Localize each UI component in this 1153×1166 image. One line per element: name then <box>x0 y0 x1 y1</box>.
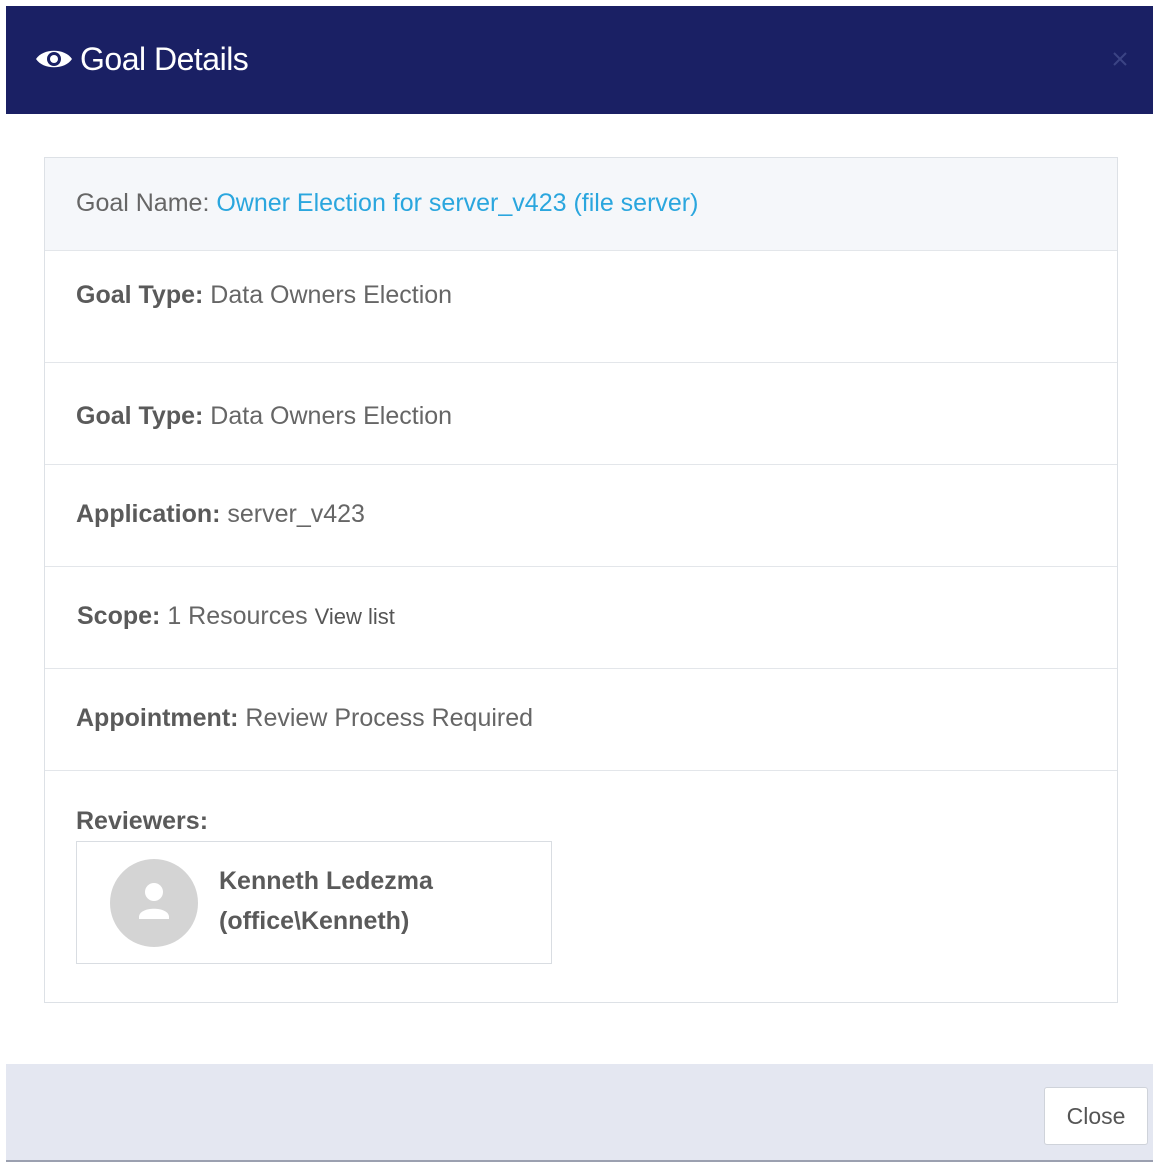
goal-type-label: Goal Type: <box>76 281 204 309</box>
reviewers-label: Reviewers: <box>76 807 209 835</box>
view-list-link[interactable]: View list <box>315 604 395 629</box>
application-label: Application: <box>76 500 221 528</box>
goal-name-row: Goal Name: Owner Election for server_v42… <box>45 158 1117 251</box>
modal-title: Goal Details <box>34 40 249 78</box>
appointment-row: Appointment: Review Process Required <box>45 669 1117 771</box>
close-x-icon[interactable] <box>1111 50 1129 68</box>
modal-header: Goal Details <box>6 6 1153 114</box>
goal-details-panel: Goal Name: Owner Election for server_v42… <box>44 157 1118 1003</box>
goal-name-label: Goal Name: <box>76 189 210 217</box>
scope-value: 1 Resources <box>167 602 308 630</box>
goal-type-row: Goal Type: Data Owners Election <box>45 251 1117 363</box>
goal-details-modal: Goal Details Goal Name: Owner Election f… <box>0 0 1153 1166</box>
reviewers-row: Reviewers: Kenneth Ledezma (office\Kenne… <box>45 771 1117 1002</box>
appointment-value: Review Process Required <box>245 704 534 732</box>
close-button[interactable]: Close <box>1044 1087 1148 1145</box>
application-row: Application: server_v423 <box>45 465 1117 567</box>
reviewer-name: Kenneth Ledezma (office\Kenneth) <box>219 861 433 941</box>
reviewer-display-name: Kenneth Ledezma <box>219 867 433 895</box>
goal-name-link[interactable]: Owner Election for server_v423 (file ser… <box>216 189 698 217</box>
modal-footer: Close <box>6 1064 1153 1162</box>
reviewer-account: (office\Kenneth) <box>219 907 410 935</box>
appointment-label: Appointment: <box>76 704 239 732</box>
goal-type-row-2: Goal Type: Data Owners Election <box>45 363 1117 465</box>
goal-type-value-2: Data Owners Election <box>210 402 453 430</box>
goal-type-value: Data Owners Election <box>210 281 453 309</box>
scope-label: Scope: <box>77 602 161 630</box>
reviewer-card: Kenneth Ledezma (office\Kenneth) <box>76 841 552 964</box>
goal-type-label-2: Goal Type: <box>76 402 204 430</box>
modal-title-text: Goal Details <box>80 41 249 77</box>
application-value: server_v423 <box>227 500 365 528</box>
user-icon <box>139 883 169 919</box>
eye-icon <box>36 50 72 68</box>
scope-row: Scope: 1 Resources View list <box>45 567 1117 669</box>
avatar <box>110 859 198 947</box>
